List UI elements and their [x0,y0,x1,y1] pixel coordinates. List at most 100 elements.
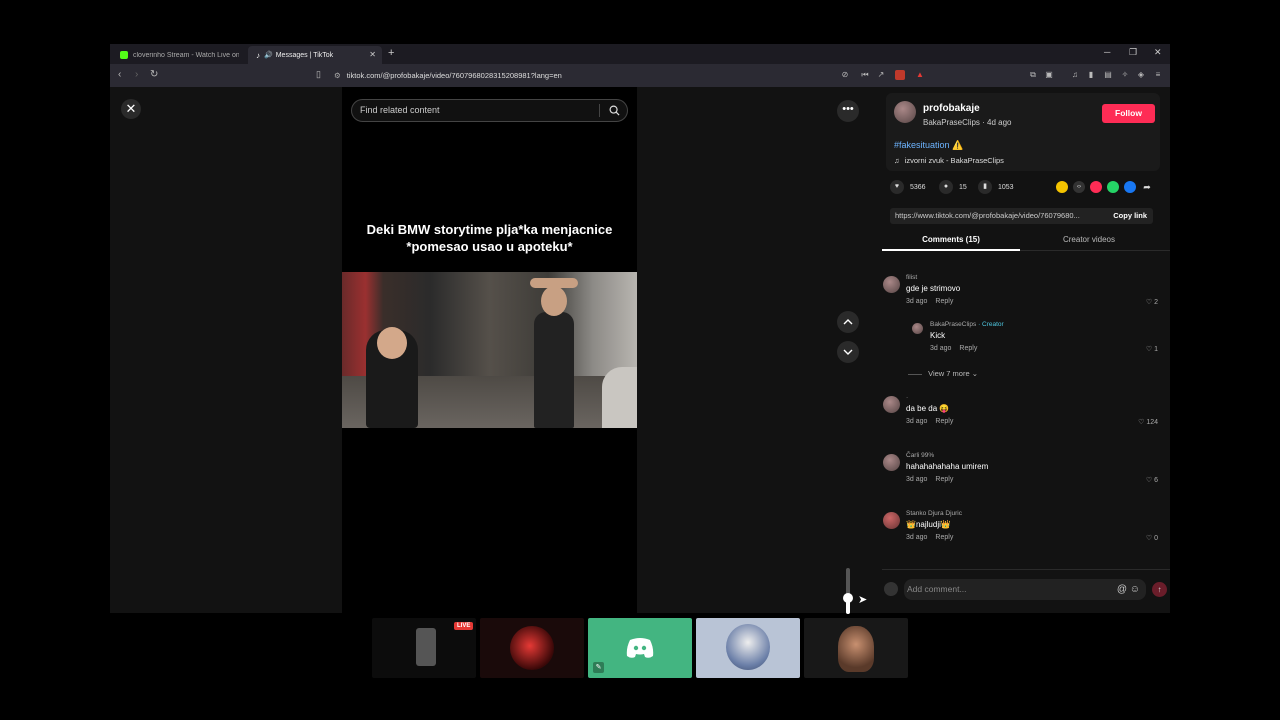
tab-tiktok-messages[interactable]: ♪ 🔊 Messages | TikTok ✕ [248,46,382,64]
tab-creator-videos[interactable]: Creator videos [1020,235,1158,244]
comment-input[interactable]: Add comment... @ ☺ [904,579,1146,600]
comment-like-count: 2 [1154,299,1158,306]
commenter-name[interactable]: BakaPraseClips [930,321,976,328]
minimize-icon[interactable]: ─ [1104,47,1110,57]
search-placeholder: Find related content [360,105,440,115]
block-icon[interactable]: ⊘ [840,70,850,80]
menu-icon[interactable]: ≡ [1153,70,1163,80]
commenter-name[interactable]: · [906,394,908,401]
volume-knob[interactable] [843,592,853,603]
close-video-button[interactable]: ✕ [121,99,141,119]
search-divider [599,104,600,117]
chevron-down-icon [843,349,853,355]
comment-like-count: 1 [1154,346,1158,353]
commenter-avatar[interactable] [883,512,900,529]
comment-like[interactable]: ♡ 6 [1146,476,1158,484]
music-icon[interactable]: ♫ [1070,70,1080,80]
kick-favicon-icon [120,51,128,59]
commenter-avatar[interactable] [883,454,900,471]
coin-share-icon[interactable] [1056,181,1068,193]
media-icon[interactable]: ⏮ [860,70,870,80]
site-info-icon[interactable]: ⚙ [334,71,341,80]
volume-slider[interactable] [843,568,853,614]
comment-like[interactable]: ♡ 1 [1146,345,1158,353]
reply-button[interactable]: Reply [935,298,953,305]
comment-like[interactable]: ♡ 2 [1146,298,1158,306]
more-options-button[interactable]: ••• [837,100,859,122]
leo-icon[interactable]: ✧ [1120,70,1130,80]
search-input[interactable]: Find related content [351,99,628,122]
reply-button[interactable]: Reply [935,534,953,541]
copy-link-button[interactable]: Copy link [1113,208,1147,224]
commenter-name[interactable]: Čarli 99% [906,452,934,459]
music-line[interactable]: ♫ izvorni zvuk - BakaPraseClips [894,156,1004,165]
comment-like[interactable]: ♡ 0 [1146,534,1158,542]
bookmark-icon[interactable]: ▯ [316,69,321,80]
comment-meta: 3d ago Reply [906,298,953,305]
video-caption: Deki BMW storytime plja*ka menjacnice *p… [342,221,637,255]
view-more-replies[interactable]: View 7 more ⌄ [908,369,978,378]
video-player[interactable]: Find related content Deki BMW storytime … [342,87,637,613]
sidebar-icon[interactable]: ▮ [1086,70,1096,80]
video-person-right [534,312,574,428]
restore-icon[interactable]: ❐ [1129,47,1137,58]
search-icon[interactable] [609,105,620,116]
preview-app-blue[interactable] [696,618,800,678]
vpn-icon[interactable]: ◈ [1136,70,1146,80]
like-stat[interactable]: ♥ 5366 [890,180,926,194]
heart-outline-icon: ♡ [1145,477,1153,484]
extensions-icon[interactable]: ⧉ [1028,70,1038,80]
brave-shield-icon[interactable] [895,70,905,80]
preview-app-portrait[interactable] [804,618,908,678]
rewards-icon[interactable]: ▲ [915,70,925,80]
caption-line: Deki BMW storytime plja*ka menjacnice [366,222,613,237]
emoji-icon[interactable]: ☺ [1130,584,1140,595]
wallet-icon[interactable]: ▤ [1103,70,1113,80]
mouse-cursor: ➤ [858,594,868,606]
back-icon[interactable]: ‹ [118,69,121,80]
post-link[interactable]: https://www.tiktok.com/@profobakaje/vide… [895,211,1080,220]
send-to-friends-icon[interactable] [1090,181,1102,193]
author-avatar[interactable] [894,101,916,123]
commenter-avatar[interactable] [912,323,923,334]
comment-stat[interactable]: ● 15 [939,180,967,194]
facebook-icon[interactable] [1124,181,1136,193]
chevron-down-icon: ⌄ [971,369,979,378]
whatsapp-icon[interactable] [1107,181,1119,193]
reply-button[interactable]: Reply [959,345,977,352]
tab-comments[interactable]: Comments (15) [882,235,1020,251]
send-comment-button[interactable]: ↑ [1152,582,1167,597]
share-arrow-icon[interactable]: ➦ [1141,181,1153,193]
new-tab-button[interactable]: + [388,47,394,59]
preview-discord[interactable]: ✎ [588,618,692,678]
mention-icon[interactable]: @ [1117,584,1127,595]
reload-icon[interactable]: ↻ [150,69,158,80]
tab-kick-stream[interactable]: cloverinho Stream - Watch Live on K [112,46,248,64]
speaker-icon[interactable]: 🔊 [264,51,273,59]
commenter-avatar[interactable] [883,276,900,293]
comment-item: filist gde je strimovo 3d ago Reply ♡ 2 [882,274,1170,324]
author-username[interactable]: profobakaje [923,103,980,114]
window-close-icon[interactable]: ✕ [1154,47,1162,58]
comment-like-count: 124 [1146,419,1158,426]
hashtag-link[interactable]: #fakesituation ⚠️ [894,140,963,151]
reply-button[interactable]: Reply [935,476,953,483]
like-count: 5366 [910,183,926,191]
commenter-name[interactable]: Stanko Djura Djuric [906,510,962,517]
comment-item: Stanko Djura Djuric 👑najludji👑 3d ago Rep… [882,510,1170,560]
commenter-avatar[interactable] [883,396,900,413]
forward-icon[interactable]: › [135,69,138,80]
preview-app-red[interactable] [480,618,584,678]
share-page-icon[interactable]: ↗ [876,70,886,80]
screenshot-icon[interactable]: ▣ [1044,70,1054,80]
commenter-name[interactable]: filist [906,274,917,281]
save-stat[interactable]: ▮ 1053 [978,180,1014,194]
follow-button[interactable]: Follow [1102,104,1155,123]
reply-button[interactable]: Reply [935,418,953,425]
comment-like[interactable]: ♡ 124 [1138,418,1158,426]
embed-icon[interactable]: ‹› [1073,181,1085,193]
close-tab-icon[interactable]: ✕ [369,50,376,59]
preview-kick-stream[interactable]: LIVE [372,618,476,678]
previous-video-button[interactable] [837,311,859,333]
next-video-button[interactable] [837,341,859,363]
